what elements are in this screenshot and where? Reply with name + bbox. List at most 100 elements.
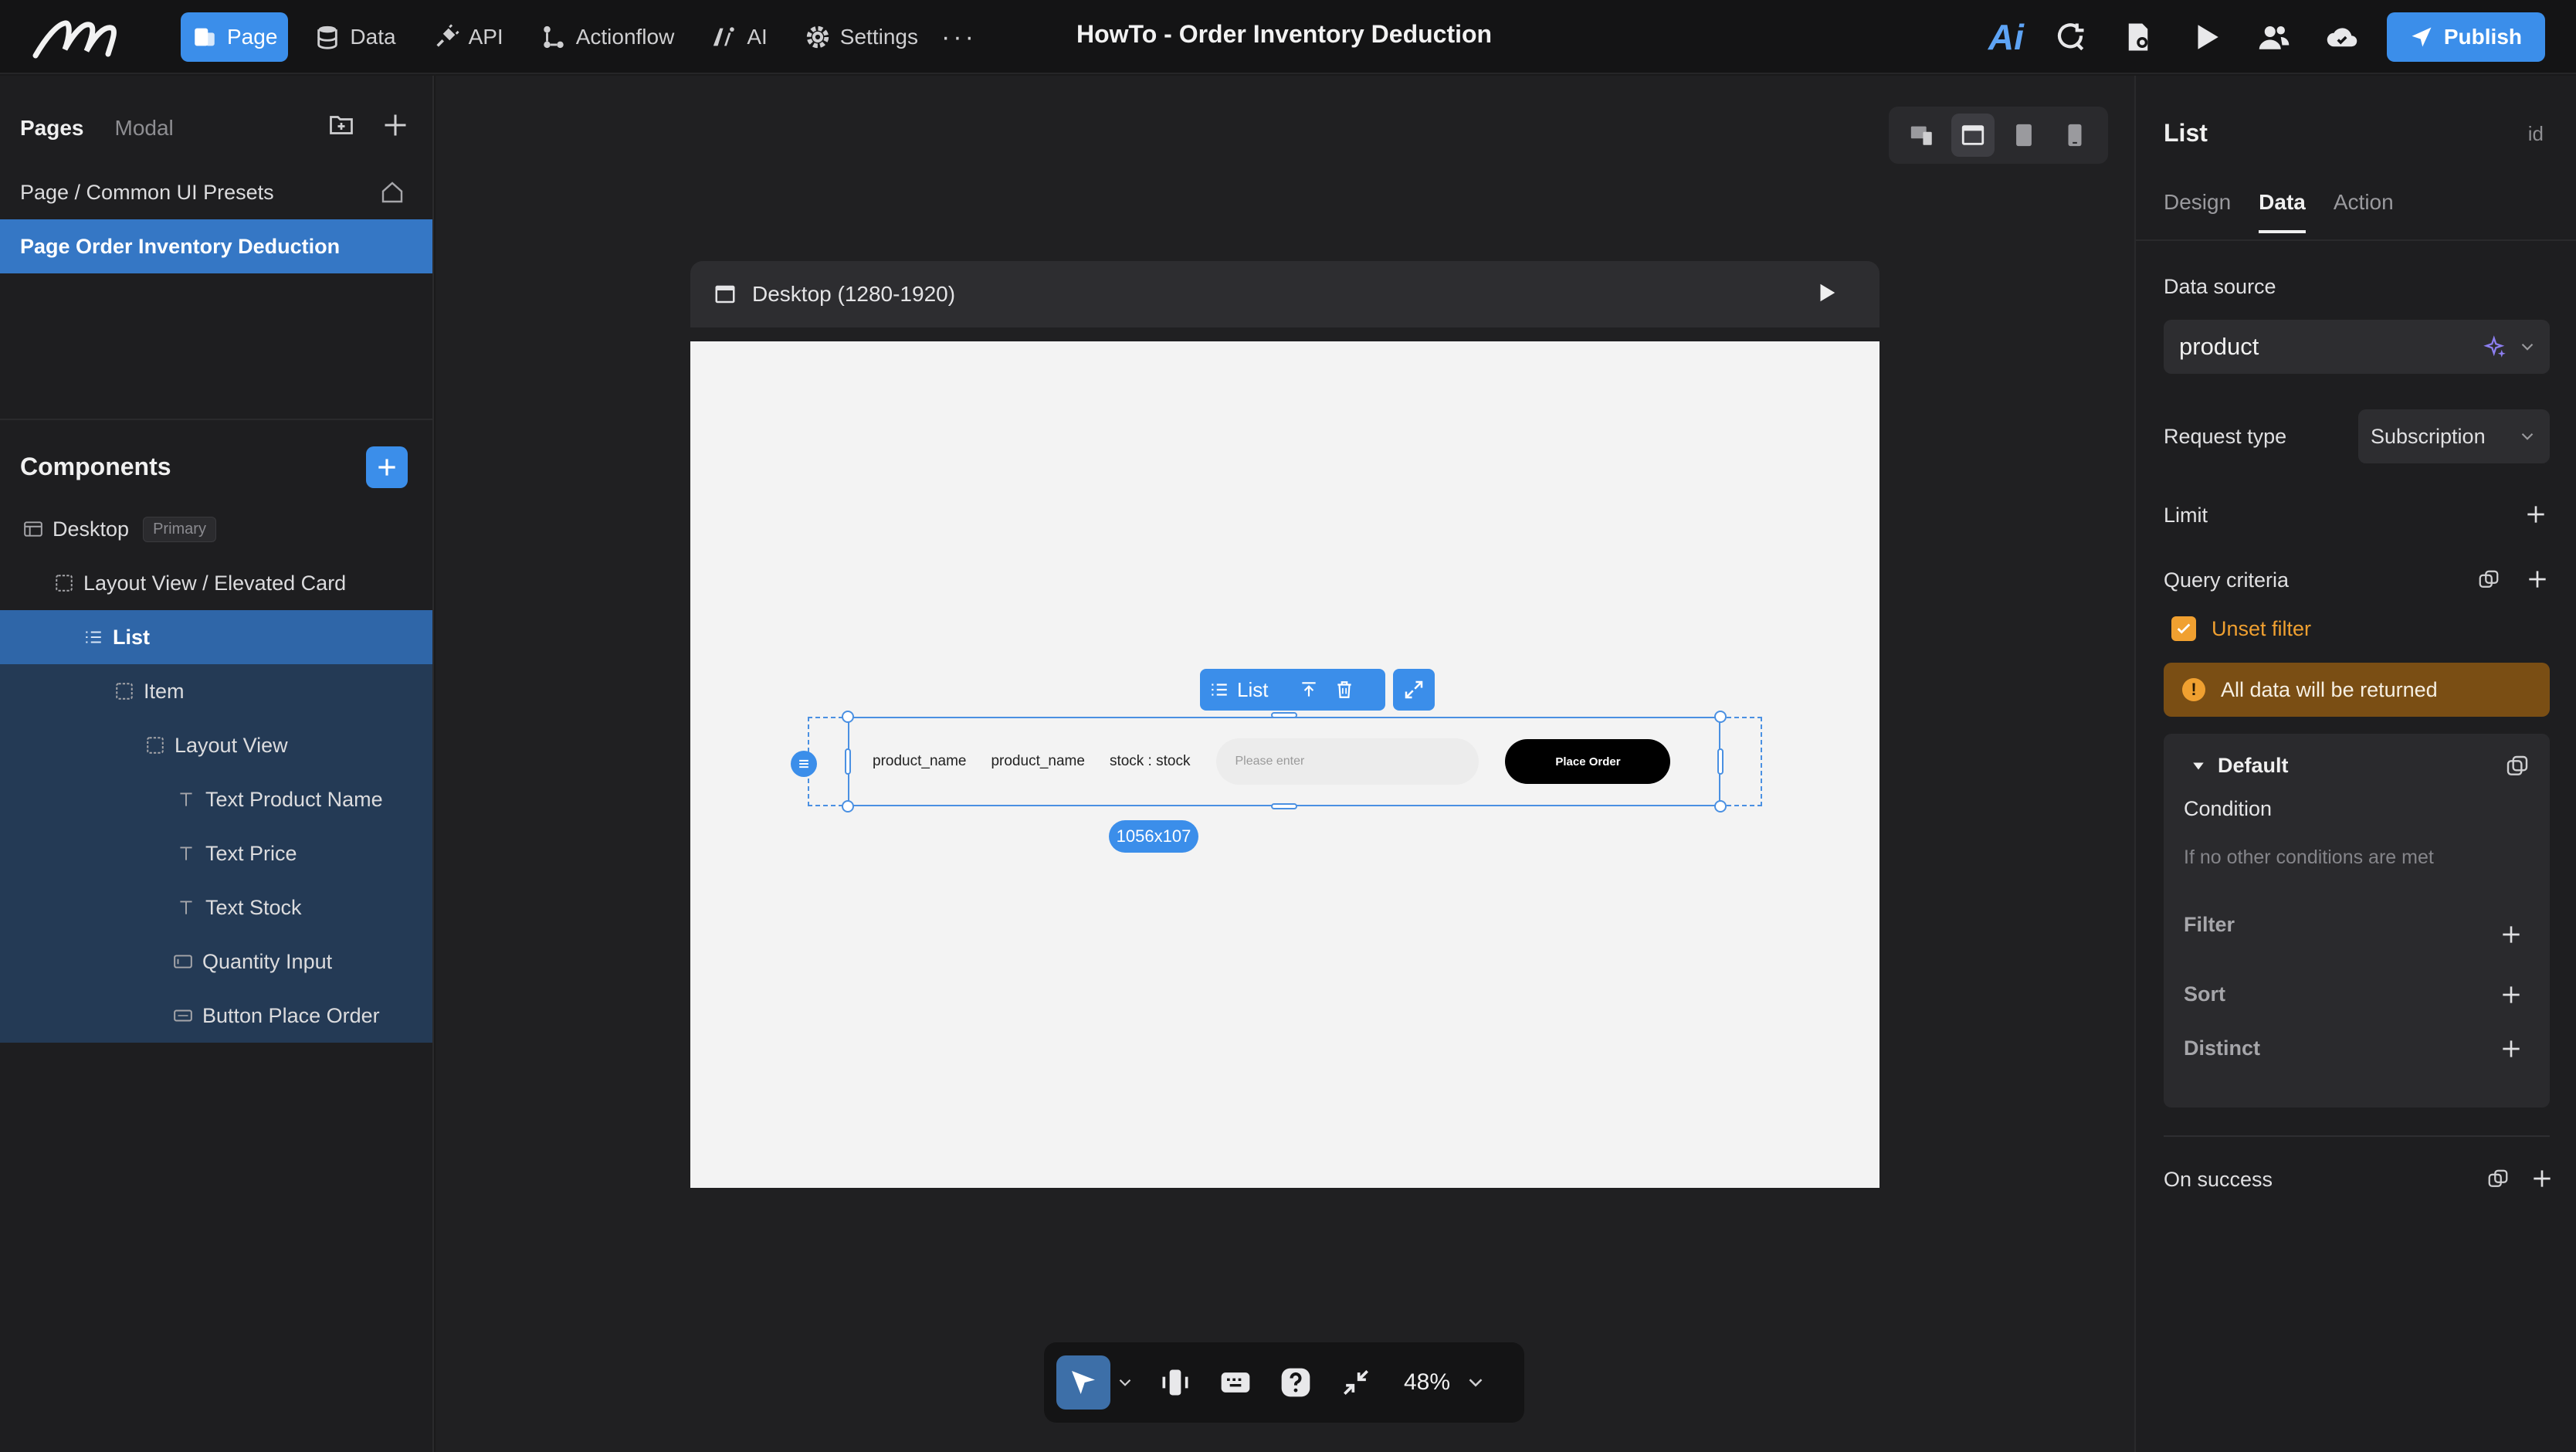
tree-item-button-place-order[interactable]: Button Place Order <box>0 989 432 1043</box>
add-page-icon[interactable] <box>381 111 409 139</box>
add-on-success-icon[interactable] <box>2530 1166 2554 1191</box>
page-item-order-inventory-deduction[interactable]: Page Order Inventory Deduction <box>0 219 432 273</box>
tree-item-text-price[interactable]: Text Price <box>0 826 432 880</box>
zoom-level[interactable]: 48% <box>1404 1369 1450 1396</box>
quantity-input[interactable]: Please enter <box>1216 738 1480 785</box>
caret-down-icon <box>2193 762 2204 769</box>
cloud-button[interactable] <box>2317 12 2367 62</box>
nav-settings[interactable]: Settings <box>794 12 929 62</box>
device-mobile-button[interactable] <box>2053 114 2096 157</box>
text-icon <box>180 846 192 860</box>
add-query-icon[interactable] <box>2525 567 2550 592</box>
collapse-icon[interactable] <box>1339 1365 1373 1399</box>
add-limit-icon[interactable] <box>2523 502 2548 527</box>
product-name-text[interactable]: product_name <box>873 753 966 770</box>
copy-icon[interactable] <box>2505 754 2530 779</box>
resize-handle[interactable] <box>842 800 854 813</box>
unset-filter-checkbox[interactable]: Unset filter <box>2171 616 2311 641</box>
binding-icon[interactable] <box>2486 1168 2510 1191</box>
refresh-search-icon <box>2057 23 2084 51</box>
publish-button[interactable]: Publish <box>2386 12 2545 62</box>
app-logo-icon[interactable] <box>31 14 120 60</box>
page-item-common-ui-presets[interactable]: Page / Common UI Presets <box>0 165 432 219</box>
design-canvas[interactable]: Desktop (1280-1920) product_name product… <box>436 76 2134 1452</box>
tab-design[interactable]: Design <box>2164 190 2231 233</box>
play-icon[interactable] <box>1815 281 1838 304</box>
default-condition-header[interactable]: Default <box>2191 754 2289 778</box>
keyboard-icon[interactable] <box>1219 1365 1252 1399</box>
device-all-button[interactable] <box>1900 114 1944 157</box>
tree-item-elevated-card[interactable]: Layout View / Elevated Card <box>0 556 432 610</box>
trash-icon[interactable] <box>1334 680 1354 700</box>
nav-page[interactable]: Page <box>181 12 289 62</box>
tree-item-quantity-input[interactable]: Quantity Input <box>0 935 432 989</box>
tree-item-text-product-name[interactable]: Text Product Name <box>0 772 432 826</box>
tree-item-label: Text Product Name <box>205 787 383 811</box>
list-menu-button[interactable] <box>791 751 817 777</box>
tree-item-desktop[interactable]: Desktop Primary <box>0 502 432 556</box>
place-order-button[interactable]: Place Order <box>1505 739 1671 784</box>
warning-text: All data will be returned <box>2221 677 2438 701</box>
sparkle-icon[interactable] <box>2483 335 2507 358</box>
more-menu-icon[interactable]: ··· <box>941 22 977 53</box>
component-id-label[interactable]: id <box>2528 122 2544 146</box>
binding-icon[interactable] <box>2477 568 2500 592</box>
input-icon <box>174 955 192 969</box>
add-distinct-icon[interactable] <box>2499 1036 2523 1061</box>
tree-item-item[interactable]: Item <box>0 664 432 718</box>
product-stock-text[interactable]: stock : stock <box>1110 753 1191 770</box>
chevron-down-icon[interactable] <box>1115 1372 1135 1393</box>
resize-handle[interactable] <box>845 748 851 775</box>
components-title: Components <box>20 453 171 480</box>
add-sort-icon[interactable] <box>2499 982 2523 1007</box>
select-tool-button[interactable] <box>1056 1355 1110 1410</box>
gear-icon <box>806 25 829 49</box>
device-tablet-button[interactable] <box>2002 114 2046 157</box>
nav-api[interactable]: API <box>422 12 514 62</box>
document-gear-icon <box>2128 23 2148 51</box>
tree-item-text-stock[interactable]: Text Stock <box>0 880 432 935</box>
data-source-select[interactable]: product <box>2164 320 2550 374</box>
resize-handle[interactable] <box>842 711 854 723</box>
nav-ai[interactable]: AI <box>700 12 778 62</box>
resize-handle[interactable] <box>1271 803 1297 809</box>
tab-data[interactable]: Data <box>2259 190 2306 233</box>
list-item-row[interactable]: product_name product_name stock : stock … <box>848 717 1720 806</box>
resize-handle[interactable] <box>1271 712 1297 718</box>
nav-actionflow[interactable]: Actionflow <box>530 12 686 62</box>
tree-item-layout-view[interactable]: Layout View <box>0 718 432 772</box>
help-icon[interactable] <box>1279 1365 1313 1399</box>
resize-handle[interactable] <box>1714 711 1727 723</box>
section-divider <box>2164 1135 2550 1137</box>
tree-item-list[interactable]: List <box>0 610 432 664</box>
query-criteria-label: Query criteria <box>2164 568 2290 592</box>
refresh-button[interactable] <box>2046 12 2095 62</box>
artboard[interactable]: product_name product_name stock : stock … <box>690 341 1879 1188</box>
add-filter-icon[interactable] <box>2499 922 2523 947</box>
vibrate-device-icon[interactable] <box>1158 1365 1192 1399</box>
frame-header[interactable]: Desktop (1280-1920) <box>690 261 1879 327</box>
place-order-label: Place Order <box>1555 755 1621 768</box>
select-parent-icon[interactable] <box>1299 680 1319 700</box>
device-desktop-button[interactable] <box>1951 114 1995 157</box>
add-component-button[interactable] <box>366 446 408 488</box>
expand-button[interactable] <box>1393 669 1435 711</box>
add-folder-icon[interactable] <box>327 111 355 139</box>
collaborators-button[interactable] <box>2249 12 2299 62</box>
tab-action[interactable]: Action <box>2334 190 2394 233</box>
ai-assistant-icon[interactable]: Ai <box>1988 16 2024 58</box>
resize-handle[interactable] <box>1717 748 1724 775</box>
resize-handle[interactable] <box>1714 800 1727 813</box>
doc-settings-button[interactable] <box>2113 12 2163 62</box>
chevron-down-icon[interactable] <box>1464 1371 1487 1394</box>
request-type-select[interactable]: Subscription <box>2358 409 2550 463</box>
nav-data[interactable]: Data <box>303 12 406 62</box>
product-price-text[interactable]: product_name <box>991 753 1084 770</box>
tab-pages[interactable]: Pages <box>20 116 84 141</box>
preview-button[interactable] <box>2181 12 2231 62</box>
nav-data-label: Data <box>350 25 396 49</box>
home-icon[interactable] <box>380 180 405 205</box>
tab-modal[interactable]: Modal <box>115 116 174 141</box>
device-switcher <box>1889 107 2108 164</box>
top-bar: Page Data API Actionflow AI Settings ···… <box>0 0 2576 74</box>
